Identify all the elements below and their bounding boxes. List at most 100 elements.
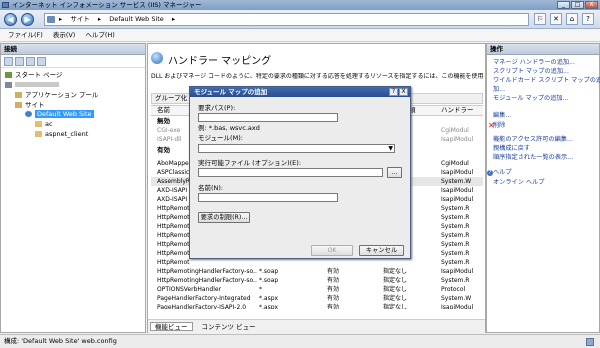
minimize-button[interactable]: _ — [557, 1, 570, 9]
back-button[interactable]: ◀ — [4, 13, 17, 26]
dialog-close-button[interactable]: X — [399, 88, 408, 96]
cell-c5: System.R — [441, 205, 470, 212]
window-title: インターネット インフォメーション サービス (IIS) マネージャー — [12, 1, 202, 9]
network-icon[interactable]: ⚐ — [534, 13, 546, 25]
menu-view[interactable]: 表示(V) — [53, 29, 76, 41]
folder-icon — [35, 131, 42, 137]
tab-content-view[interactable]: コンテンツ ビュー — [197, 322, 261, 331]
globe-icon — [25, 111, 32, 117]
tree-item-start-page[interactable]: スタート ページ — [5, 71, 62, 80]
cell-c4: 指定なし — [383, 277, 408, 284]
up-icon[interactable] — [26, 57, 35, 66]
cell-c5: Protocol — [441, 286, 466, 293]
save-icon[interactable] — [15, 57, 24, 66]
help-icon[interactable]: ? — [582, 13, 594, 25]
executable-input[interactable] — [198, 168, 383, 177]
cell-c5: System.R — [441, 250, 470, 257]
cell-c5: IsapiModul — [441, 187, 474, 194]
action-add-script-map[interactable]: スクリプト マップの追加... — [493, 68, 569, 76]
tab-features-view[interactable]: 機能ビュー — [150, 322, 193, 331]
cell-c5: System.R — [441, 223, 470, 230]
refresh-icon[interactable] — [37, 57, 46, 66]
action-add-module-map[interactable]: モジュール マップの追加... — [493, 95, 569, 103]
table-row[interactable]: PageHandlerFactory-Integrated *.aspx 有効 指定な… — [151, 294, 483, 303]
status-text: 構成: 'Default Web Site' web.config — [4, 337, 117, 345]
cell-c3: 有効 — [327, 277, 340, 284]
dialog-title: モジュール マップの追加 — [190, 87, 410, 97]
close-button[interactable]: X — [585, 1, 598, 9]
cell-c5: System.R — [441, 214, 470, 221]
home-icon[interactable]: ⌂ — [566, 13, 578, 25]
breadcrumb-arrow[interactable]: ▸ — [59, 15, 62, 23]
executable-label: 実行可能ファイル (オプション)(E): — [198, 159, 302, 167]
table-row[interactable]: HttpRemotingHandlerFactory-so... *.soap 有効… — [151, 267, 483, 276]
tree-item-app-pools[interactable]: アプリケーション プール — [15, 91, 98, 100]
request-path-example: 例: *.bas, wsvc.axd — [198, 124, 260, 132]
start-page-icon — [5, 72, 12, 78]
tree-item-ac[interactable]: ac — [35, 120, 53, 129]
tree-item-default-web-site[interactable]: Default Web Site — [25, 110, 94, 119]
table-row[interactable]: HttpRemotingHandlerFactory-so... *.soap 有効… — [151, 276, 483, 285]
cell-c1: PageHandlerFactory-Integrated — [157, 295, 251, 302]
breadcrumb-sites[interactable]: サイト — [70, 15, 90, 23]
address-bar-area: ◀ ▶ ▸ サイト ▸ Default Web Site ▸ ⚐ ✕ ⌂ ? — [0, 10, 600, 29]
table-row[interactable]: OPTIONSVerbHandler * 有効 指定なし Protocol — [151, 285, 483, 294]
action-add-wildcard-script-map-cont[interactable]: 加... — [493, 86, 505, 94]
cell-c5: IsapiModul — [441, 268, 474, 275]
menu-file[interactable]: ファイル(F) — [8, 29, 43, 41]
table-row[interactable]: HttpRemot System.R — [151, 258, 483, 267]
action-add-managed-handler[interactable]: マネージ ハンドラーの追加... — [493, 59, 575, 67]
cancel-button[interactable]: キャンセル — [359, 245, 404, 256]
tree-item-server[interactable] — [5, 81, 59, 90]
iis-manager-window: インターネット インフォメーション サービス (IIS) マネージャー _ □ … — [0, 0, 600, 348]
network-status-icon — [586, 338, 594, 346]
iis-app-icon — [2, 2, 9, 8]
cell-c3: 有効 — [327, 304, 340, 309]
cell-c4: 指定なし — [383, 286, 408, 293]
title-bar: インターネット インフォメーション サービス (IIS) マネージャー _ □ … — [0, 0, 600, 10]
cell-c5: System.W — [441, 295, 472, 302]
cell-c2: *.soap — [259, 277, 279, 284]
module-select[interactable]: ▼ — [198, 144, 395, 153]
tree-item-sites[interactable]: サイト — [15, 101, 45, 110]
name-input[interactable] — [198, 193, 338, 202]
breadcrumb-arrow[interactable]: ▸ — [172, 15, 175, 23]
cell-c5: IsapiModul — [441, 136, 474, 143]
browse-button[interactable]: ... — [387, 167, 402, 178]
cell-c5: CgiModul — [441, 127, 469, 134]
stop-icon[interactable]: ✕ — [550, 13, 562, 25]
status-bar: 構成: 'Default Web Site' web.config — [0, 334, 600, 348]
connections-panel: 接続 スタート ページ アプリケーション プール サイト Default Web… — [0, 43, 146, 333]
action-help[interactable]: ヘルプ — [493, 169, 512, 177]
action-edit[interactable]: 編集... — [493, 112, 511, 120]
action-edit-feature-permissions[interactable]: 機能のアクセス許可の編集... — [493, 136, 573, 144]
request-restrictions-button[interactable]: 要求の制限(R)... — [198, 212, 250, 223]
action-add-wildcard-script-map[interactable]: ワイルドカード スクリプト マップの追 — [493, 77, 600, 85]
action-delete[interactable]: 削除 — [493, 122, 505, 130]
menu-bar: ファイル(F) 表示(V) ヘルプ(H) — [0, 29, 600, 42]
request-path-input[interactable] — [198, 113, 338, 122]
forward-button[interactable]: ▶ — [21, 13, 34, 26]
table-row[interactable]: PageHandlerFactory-ISAPI-2.0 *.aspx 有効 指定なし… — [151, 303, 483, 309]
server-icon — [47, 16, 55, 23]
view-tabs: 機能ビュー コンテンツ ビュー — [148, 319, 485, 333]
cell-c5: System.R — [441, 259, 470, 266]
connections-header: 接続 — [1, 44, 145, 55]
connect-icon[interactable] — [4, 57, 13, 66]
action-view-ordered-list[interactable]: 順序指定された一覧の表示... — [493, 154, 573, 162]
maximize-button[interactable]: □ — [571, 1, 584, 9]
cell-c3: 有効 — [327, 286, 340, 293]
dialog-help-button[interactable]: ? — [389, 88, 398, 96]
cell-c4: 指定なし — [383, 268, 408, 275]
breadcrumb-default-web-site[interactable]: Default Web Site — [109, 15, 164, 23]
cell-c5: System.W — [441, 178, 472, 185]
action-online-help[interactable]: オンライン ヘルプ — [493, 179, 544, 187]
col-handler[interactable]: ハンドラー — [441, 106, 483, 115]
menu-help[interactable]: ヘルプ(H) — [85, 29, 114, 41]
tree-item-aspnet-client[interactable]: aspnet_client — [35, 130, 88, 139]
action-revert-to-parent[interactable]: 親構成に戻す — [493, 145, 530, 153]
breadcrumb-arrow[interactable]: ▸ — [98, 15, 101, 23]
cell-c2: * — [259, 286, 262, 293]
ok-button[interactable]: OK — [311, 245, 353, 256]
address-bar[interactable]: ▸ サイト ▸ Default Web Site ▸ — [44, 13, 529, 26]
